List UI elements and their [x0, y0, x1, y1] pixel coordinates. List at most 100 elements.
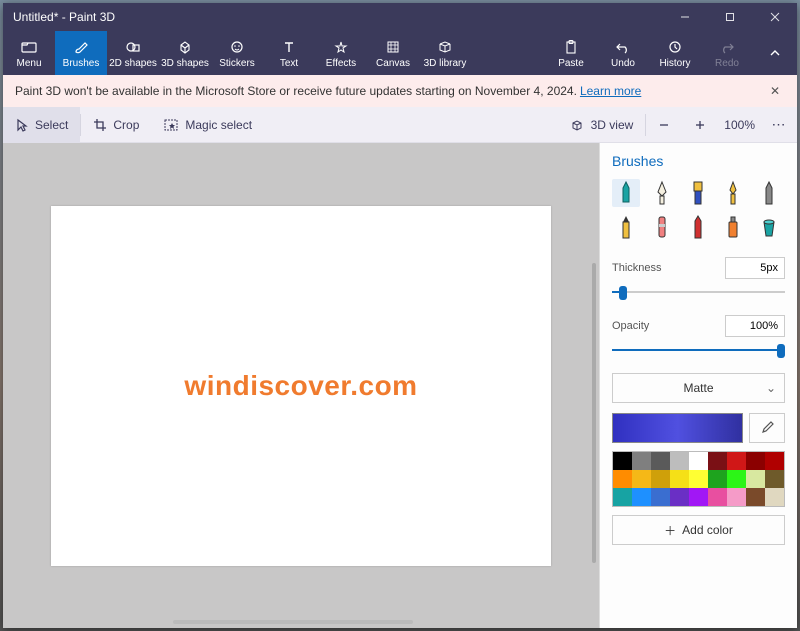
notification-bar: Paint 3D won't be available in the Micro…	[3, 75, 797, 107]
palette-swatch[interactable]	[651, 452, 670, 470]
palette-swatch[interactable]	[670, 470, 689, 488]
current-color-swatch[interactable]	[612, 413, 743, 443]
3d-view-button[interactable]: 3D view	[557, 107, 646, 143]
calligraphy-pen-brush[interactable]	[648, 179, 676, 207]
add-color-label: Add color	[682, 523, 733, 537]
palette-swatch[interactable]	[727, 470, 746, 488]
cursor-icon	[15, 118, 29, 132]
palette-swatch[interactable]	[670, 488, 689, 506]
palette-swatch[interactable]	[746, 470, 765, 488]
palette-swatch[interactable]	[613, 470, 632, 488]
close-button[interactable]	[752, 3, 797, 31]
palette-swatch[interactable]	[765, 452, 784, 470]
title-bar: Untitled* - Paint 3D	[3, 3, 797, 31]
3d-library-tab[interactable]: 3D library	[419, 31, 471, 75]
fill-brush[interactable]	[755, 213, 783, 241]
zoom-in-button[interactable]	[682, 107, 718, 143]
crop-icon	[93, 118, 107, 132]
2d-shapes-tab[interactable]: 2D shapes	[107, 31, 159, 75]
notification-close-button[interactable]: ✕	[765, 84, 785, 98]
folder-icon	[21, 38, 37, 56]
palette-swatch[interactable]	[613, 452, 632, 470]
magic-select-icon	[163, 118, 179, 132]
palette-swatch[interactable]	[689, 488, 708, 506]
library-icon	[437, 38, 453, 56]
palette-swatch[interactable]	[689, 452, 708, 470]
opacity-input[interactable]	[725, 315, 785, 337]
plus-icon: ＋	[664, 522, 676, 539]
thickness-slider[interactable]	[612, 283, 785, 301]
paste-button[interactable]: Paste	[545, 31, 597, 75]
crop-label: Crop	[113, 118, 139, 132]
maximize-button[interactable]	[707, 3, 752, 31]
palette-swatch[interactable]	[651, 470, 670, 488]
select-label: Select	[35, 118, 68, 132]
brushes-tab[interactable]: Brushes	[55, 31, 107, 75]
thickness-input[interactable]	[725, 257, 785, 279]
menu-button[interactable]: Menu	[3, 31, 55, 75]
add-color-button[interactable]: ＋ Add color	[612, 515, 785, 545]
palette-swatch[interactable]	[765, 470, 784, 488]
palette-swatch[interactable]	[727, 488, 746, 506]
canvas-tab[interactable]: Canvas	[367, 31, 419, 75]
ribbon-collapse-button[interactable]	[753, 31, 797, 75]
zoom-out-button[interactable]	[646, 107, 682, 143]
canvas-label: Canvas	[376, 58, 410, 69]
undo-label: Undo	[611, 58, 635, 69]
more-options-button[interactable]: ⋯	[761, 107, 797, 143]
history-button[interactable]: History	[649, 31, 701, 75]
palette-swatch[interactable]	[765, 488, 784, 506]
zoom-level[interactable]: 100%	[718, 118, 761, 132]
palette-swatch[interactable]	[632, 488, 651, 506]
stickers-tab[interactable]: Stickers	[211, 31, 263, 75]
brush-grid	[612, 179, 785, 241]
side-panel-title: Brushes	[612, 153, 785, 169]
watercolor-brush[interactable]	[719, 179, 747, 207]
palette-swatch[interactable]	[613, 488, 632, 506]
palette-swatch[interactable]	[708, 452, 727, 470]
palette-swatch[interactable]	[746, 488, 765, 506]
redo-icon	[719, 38, 735, 56]
material-select[interactable]: Matte ⌄	[612, 373, 785, 403]
spray-can-brush[interactable]	[719, 213, 747, 241]
pencil-brush[interactable]	[612, 213, 640, 241]
notification-text: Paint 3D won't be available in the Micro…	[15, 84, 577, 98]
text-tab[interactable]: Text	[263, 31, 315, 75]
magic-select-tool[interactable]: Magic select	[151, 107, 264, 143]
palette-swatch[interactable]	[670, 452, 689, 470]
select-tool[interactable]: Select	[3, 107, 80, 143]
palette-swatch[interactable]	[708, 470, 727, 488]
magic-select-label: Magic select	[185, 118, 252, 132]
text-label: Text	[280, 58, 298, 69]
canvas[interactable]: windiscover.com	[51, 206, 551, 566]
vertical-scrollbar[interactable]	[592, 263, 596, 563]
palette-swatch[interactable]	[708, 488, 727, 506]
notification-link[interactable]: Learn more	[580, 84, 641, 98]
paste-label: Paste	[558, 58, 584, 69]
eyedropper-button[interactable]	[749, 413, 785, 443]
crayon-brush[interactable]	[684, 213, 712, 241]
shapes-2d-icon	[125, 38, 141, 56]
effects-tab[interactable]: Effects	[315, 31, 367, 75]
3d-shapes-tab[interactable]: 3D shapes	[159, 31, 211, 75]
main-area: windiscover.com Brushes Thickness	[3, 143, 797, 628]
undo-icon	[615, 38, 631, 56]
palette-swatch[interactable]	[689, 470, 708, 488]
palette-swatch[interactable]	[746, 452, 765, 470]
marker-brush[interactable]	[612, 179, 640, 207]
horizontal-scrollbar[interactable]	[173, 620, 413, 624]
canvas-area[interactable]: windiscover.com	[3, 143, 599, 628]
undo-button[interactable]: Undo	[597, 31, 649, 75]
palette-swatch[interactable]	[632, 452, 651, 470]
crop-tool[interactable]: Crop	[81, 107, 151, 143]
pixel-pen-brush[interactable]	[755, 179, 783, 207]
eraser-brush[interactable]	[648, 213, 676, 241]
palette-swatch[interactable]	[632, 470, 651, 488]
palette-swatch[interactable]	[651, 488, 670, 506]
opacity-slider[interactable]	[612, 341, 785, 359]
oil-brush[interactable]	[684, 179, 712, 207]
palette-swatch[interactable]	[727, 452, 746, 470]
redo-button[interactable]: Redo	[701, 31, 753, 75]
window-title: Untitled* - Paint 3D	[3, 10, 662, 24]
minimize-button[interactable]	[662, 3, 707, 31]
